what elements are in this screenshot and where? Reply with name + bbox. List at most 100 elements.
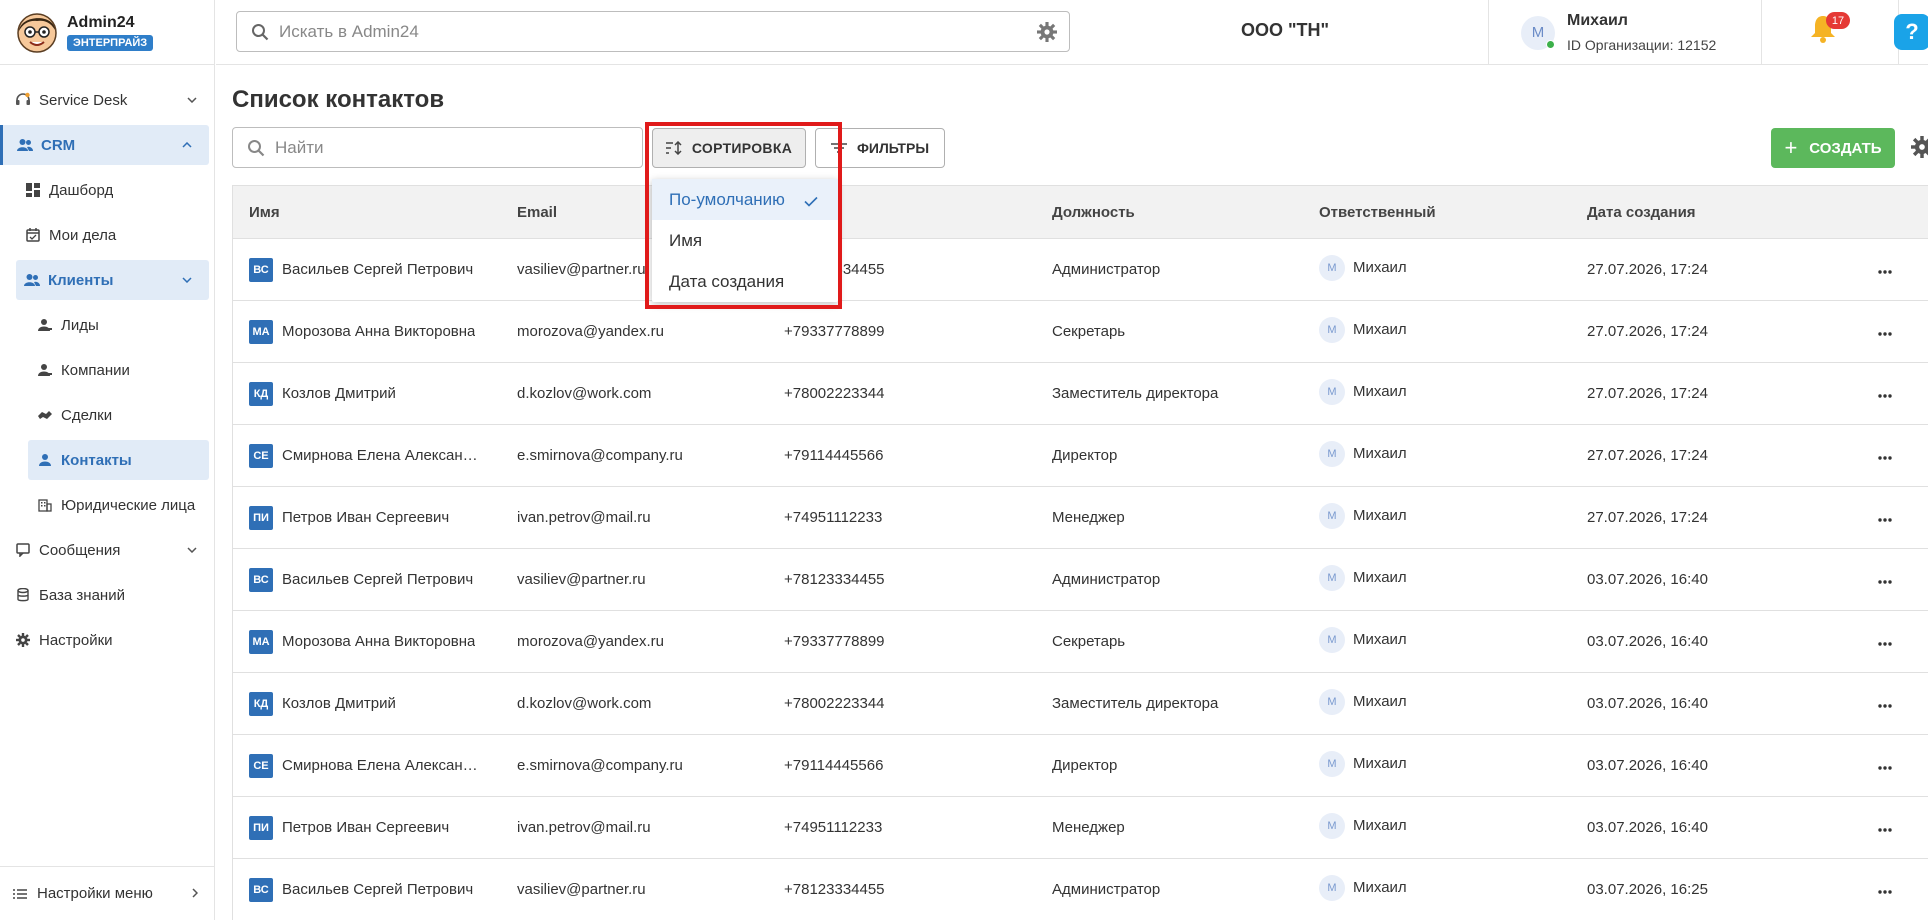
lead-icon [37,317,53,333]
more-options-icon[interactable] [1878,695,1892,712]
table-row[interactable]: ПИ Петров Иван Сергеевич ivan.petrov@mail.… [232,797,1928,859]
contact-initials-badge: СЕ [249,443,273,468]
sidebar-item-crm[interactable]: CRM [0,125,209,165]
contact-email: d.kozlov@work.com [517,695,652,712]
more-options-icon[interactable] [1878,323,1892,340]
contact-name[interactable]: Васильев Сергей Петрович [282,571,473,588]
contact-name-cell[interactable]: КД Козлов Дмитрий [249,381,396,406]
more-options-icon[interactable] [1878,819,1892,836]
user-profile[interactable]: M Михаил ID Организации: 12152 [1521,0,1716,65]
chevron-down-icon [181,274,193,286]
create-label: СОЗДАТЬ [1809,139,1882,157]
table-row[interactable]: МА Морозова Анна Викторовна morozova@yande… [232,611,1928,673]
column-header-created[interactable]: Дата создания [1587,204,1696,221]
online-status-dot [1546,39,1555,49]
more-options-icon[interactable] [1878,757,1892,774]
sidebar-item-my-tasks[interactable]: Мои дела [0,215,214,255]
contact-name-cell[interactable]: ВС Васильев Сергей Петрович [249,877,473,902]
sidebar-item-legal-entities[interactable]: Юридические лица [0,485,214,525]
contact-name-cell[interactable]: МА Морозова Анна Викторовна [249,629,475,654]
more-options-icon[interactable] [1878,447,1892,464]
contact-position: Заместитель директора [1052,695,1219,712]
table-settings-gear-icon[interactable] [1911,136,1928,163]
contact-name-cell[interactable]: СЕ Смирнова Елена Александровна [249,443,482,468]
create-button[interactable]: + СОЗДАТЬ [1771,128,1895,168]
sidebar-item-leads[interactable]: Лиды [0,305,214,345]
search-settings-gear-icon[interactable] [1037,22,1057,47]
contact-email: ivan.petrov@mail.ru [517,819,651,836]
sidebar-item-contacts[interactable]: Контакты [28,440,209,480]
sidebar-item-settings[interactable]: Настройки [0,620,214,660]
notification-count-badge: 17 [1826,12,1850,29]
sidebar-item-deals[interactable]: Сделки [0,395,214,435]
table-row[interactable]: ПИ Петров Иван Сергеевич ivan.petrov@mail.… [232,487,1928,549]
column-header-name[interactable]: Имя [249,204,280,221]
more-options-icon[interactable] [1878,881,1892,898]
table-row[interactable]: КД Козлов Дмитрий d.kozlov@work.com +780022… [232,673,1928,735]
contacts-search[interactable] [232,127,643,168]
sidebar-item-clients[interactable]: Клиенты [16,260,209,300]
contact-name[interactable]: Козлов Дмитрий [282,385,396,402]
table-row[interactable]: СЕ Смирнова Елена Александровна e.smirnova… [232,425,1928,487]
help-label: ? [1905,19,1919,44]
table-row[interactable]: МА Морозова Анна Викторовна morozova@yande… [232,301,1928,363]
contact-email: ivan.petrov@mail.ru [517,509,651,526]
contact-position: Заместитель директора [1052,385,1219,402]
sidebar-item-companies[interactable]: Компании [0,350,214,390]
contacts-search-input[interactable] [275,137,635,158]
plus-icon: + [1784,135,1798,160]
column-header-position[interactable]: Должность [1052,204,1135,221]
contact-name[interactable]: Смирнова Елена Александровна [282,447,482,464]
contact-name-cell[interactable]: КД Козлов Дмитрий [249,691,396,716]
contact-name[interactable]: Морозова Анна Викторовна [282,323,475,340]
contact-name[interactable]: Морозова Анна Викторовна [282,633,475,650]
sidebar-item-dashboard[interactable]: Дашборд [0,170,214,210]
contact-name[interactable]: Петров Иван Сергеевич [282,819,449,836]
more-options-icon[interactable] [1878,385,1892,402]
contact-name-cell[interactable]: ВС Васильев Сергей Петрович [249,257,473,282]
more-options-icon[interactable] [1878,261,1892,278]
help-button[interactable]: ? [1894,14,1928,50]
more-options-icon[interactable] [1878,633,1892,650]
contact-name-cell[interactable]: СЕ Смирнова Елена Александровна [249,753,482,778]
sidebar-item-label: Дашборд [49,181,114,199]
contact-name[interactable]: Васильев Сергей Петрович [282,261,473,278]
organization-name[interactable]: ООО "ТН" [1241,20,1329,41]
responsible-avatar: M [1319,440,1345,467]
contact-name-cell[interactable]: ВС Васильев Сергей Петрович [249,567,473,592]
menu-settings-button[interactable]: Настройки меню [0,866,214,920]
logo[interactable]: Admin24 ЭНТЕРПРАЙЗ [0,0,214,65]
headset-icon [15,92,31,108]
contact-responsible: M Михаил [1319,254,1407,281]
table-row[interactable]: ВС Васильев Сергей Петрович vasiliev@partn… [232,859,1928,920]
more-options-icon[interactable] [1878,509,1892,526]
contact-name[interactable]: Васильев Сергей Петрович [282,881,473,898]
global-search[interactable] [236,11,1070,52]
contact-position: Менеджер [1052,509,1125,526]
contact-email: vasiliev@partner.ru [517,261,646,278]
table-row[interactable]: ВС Васильев Сергей Петрович vasiliev@partn… [232,239,1928,301]
sidebar: Admin24 ЭНТЕРПРАЙЗ Service Desk CRM Дашб… [0,0,215,920]
more-options-icon[interactable] [1878,571,1892,588]
user-avatar-initial: M [1531,24,1545,41]
sidebar-item-label: Компании [61,361,130,379]
table-row[interactable]: КД Козлов Дмитрий d.kozlov@work.com +780022… [232,363,1928,425]
contact-name[interactable]: Козлов Дмитрий [282,695,396,712]
sidebar-item-messages[interactable]: Сообщения [0,530,214,570]
global-search-input[interactable] [279,21,1019,42]
column-header-email[interactable]: Email [517,204,557,221]
contact-name[interactable]: Смирнова Елена Александровна [282,757,482,774]
responsible-avatar: M [1319,564,1345,591]
column-header-responsible[interactable]: Ответственный [1319,204,1436,221]
table-row[interactable]: СЕ Смирнова Елена Александровна e.smirnova… [232,735,1928,797]
responsible-name: Михаил [1353,879,1407,896]
sidebar-item-knowledge-base[interactable]: База знаний [0,575,214,615]
contact-name-cell[interactable]: ПИ Петров Иван Сергеевич [249,505,449,530]
contact-name-cell[interactable]: ПИ Петров Иван Сергеевич [249,815,449,840]
table-row[interactable]: ВС Васильев Сергей Петрович vasiliev@partn… [232,549,1928,611]
sidebar-item-service-desk[interactable]: Service Desk [0,80,214,120]
contact-initials-badge: ВС [249,567,273,592]
responsible-name: Михаил [1353,693,1407,710]
contact-name[interactable]: Петров Иван Сергеевич [282,509,449,526]
contact-name-cell[interactable]: МА Морозова Анна Викторовна [249,319,475,344]
